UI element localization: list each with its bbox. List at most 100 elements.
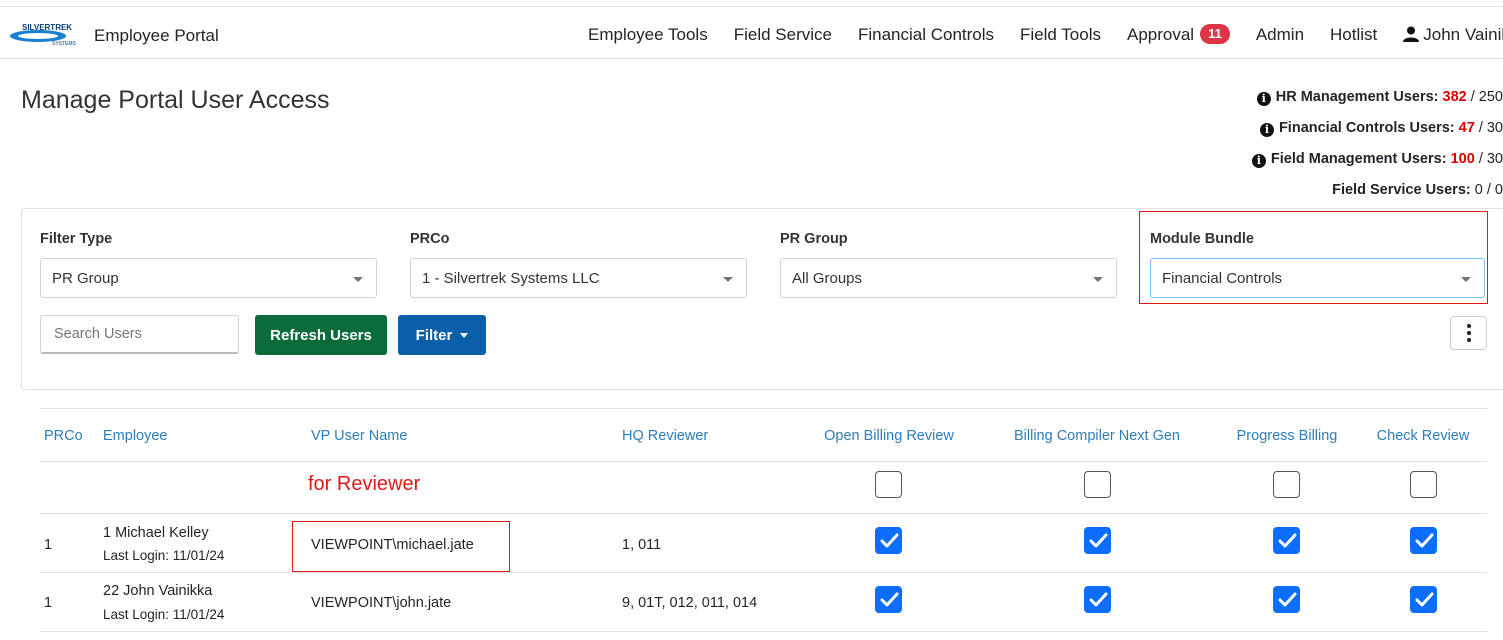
reviewer-annotation: for Reviewer [308,473,421,495]
col-header-open-billing-review[interactable]: Open Billing Review [824,428,954,444]
check-review-checkbox[interactable] [1410,527,1437,554]
col-header-billing-compiler-next-gen[interactable]: Billing Compiler Next Gen [1014,428,1180,444]
silvertrek-logo[interactable]: SILVERTREK SYSTEMS [8,21,84,47]
user-name: John Vainikka [1423,24,1503,44]
filter-type-select[interactable]: PR Group [40,258,377,298]
nav-financial-controls[interactable]: Financial Controls [858,25,994,45]
row-vp-user-name: VIEWPOINT\john.jate [311,595,452,611]
license-used: 47 [1458,120,1475,136]
progress-billing-checkbox[interactable] [1273,527,1300,554]
col-header-progress-billing[interactable]: Progress Billing [1237,428,1338,444]
row-hq-reviewer: 9, 01T, 012, 011, 014 [622,595,758,611]
license-total: / 0 [1486,182,1503,198]
more-options-icon[interactable] [1450,316,1487,350]
checkmark-icon [880,592,899,607]
prco-value: 1 - Silvertrek Systems LLC [422,270,600,287]
select-all-billing-compiler-checkbox[interactable] [1084,471,1111,498]
main-nav: Employee Tools Field Service Financial C… [588,24,1503,45]
nav-hotlist[interactable]: Hotlist [1330,25,1377,45]
open-billing-review-checkbox[interactable] [875,527,902,554]
row-last-login: Last Login: 11/01/24 [103,607,225,622]
info-icon[interactable]: i [1256,92,1271,106]
license-total: / 30 [1478,120,1503,136]
check-review-checkbox[interactable] [1410,586,1437,613]
module-bundle-highlight-box [1139,211,1488,304]
license-label: Financial Controls Users: [1278,120,1455,136]
row-divider [40,631,1487,632]
pr-group-value: All Groups [792,270,863,287]
nav-field-tools[interactable]: Field Tools [1020,25,1101,45]
prco-select[interactable]: 1 - Silvertrek Systems LLC [410,258,747,298]
search-users-input[interactable] [40,315,239,354]
vp-user-highlight-box [292,521,510,572]
license-label: Field Service Users: [1332,182,1471,198]
nav-user-menu[interactable]: John Vainikka [1403,25,1503,45]
col-header-vp-user-name[interactable]: VP User Name [311,428,407,444]
chevron-down-icon [1093,277,1103,282]
license-field-management: i Field Management Users: 100 / 30 [1251,151,1503,168]
checkmark-icon [1089,533,1108,548]
row-divider [40,513,1487,514]
top-navbar: SILVERTREK SYSTEMS Employee Portal Emplo… [0,6,1503,59]
checkmark-icon [1278,533,1297,548]
col-header-employee[interactable]: Employee [103,428,167,444]
svg-text:SILVERTREK: SILVERTREK [22,23,72,32]
nav-employee-tools[interactable]: Employee Tools [588,25,708,45]
row-hq-reviewer: 1, 011 [622,537,662,553]
select-all-progress-billing-checkbox[interactable] [1273,471,1300,498]
progress-billing-checkbox[interactable] [1273,586,1300,613]
row-prco: 1 [44,537,53,553]
nav-approval-label: Approval [1126,25,1195,44]
svg-text:SYSTEMS: SYSTEMS [52,41,77,47]
col-header-hq-reviewer[interactable]: HQ Reviewer [622,428,708,444]
row-employee: 22 John Vainikka [103,583,213,599]
license-total: / 250 [1470,89,1503,105]
col-header-check-review[interactable]: Check Review [1377,428,1470,444]
checkmark-icon [1415,533,1434,548]
pr-group-select[interactable]: All Groups [780,258,1117,298]
filter-button-label: Filter [415,326,453,344]
table-header-border [40,461,1487,462]
select-all-check-review-checkbox[interactable] [1410,471,1437,498]
license-used: 0 [1474,182,1483,198]
select-all-open-billing-review-checkbox[interactable] [875,471,902,498]
billing-compiler-checkbox[interactable] [1084,586,1111,613]
col-header-prco[interactable]: PRCo [44,428,83,444]
row-last-login: Last Login: 11/01/24 [103,548,225,563]
nav-approval[interactable]: Approval 11 [1127,24,1230,45]
license-used: 382 [1442,89,1467,105]
user-icon [1403,26,1420,42]
checkmark-icon [1415,592,1434,607]
row-employee: 1 Michael Kelley [103,525,209,541]
license-field-service: Field Service Users: 0 / 0 [1332,182,1503,198]
prco-label: PRCo [410,231,450,247]
row-divider [40,572,1487,573]
license-financial-controls: i Financial Controls Users: 47 / 30 [1259,120,1503,137]
table-top-border [40,408,1487,409]
info-icon[interactable]: i [1259,123,1274,137]
nav-field-service[interactable]: Field Service [734,25,832,45]
caret-down-icon [460,332,469,338]
row-prco: 1 [44,595,53,611]
pr-group-label: PR Group [780,231,848,247]
filter-type-label: Filter Type [40,231,113,247]
license-hr-management: i HR Management Users: 382 / 250 [1256,89,1503,106]
refresh-users-button[interactable]: Refresh Users [255,315,387,355]
checkmark-icon [1278,592,1297,607]
nav-admin[interactable]: Admin [1256,25,1304,45]
brand-name[interactable]: Employee Portal [94,26,219,46]
open-billing-review-checkbox[interactable] [875,586,902,613]
refresh-users-label: Refresh Users [270,326,372,344]
license-label: Field Management Users: [1270,151,1447,167]
info-icon[interactable]: i [1251,154,1266,168]
billing-compiler-checkbox[interactable] [1084,527,1111,554]
filter-dropdown-button[interactable]: Filter [398,315,486,355]
license-total: / 30 [1478,151,1503,167]
page-title: Manage Portal User Access [21,86,330,114]
license-used: 100 [1450,151,1475,167]
chevron-down-icon [353,277,363,282]
checkmark-icon [1089,592,1108,607]
approval-count-badge: 11 [1200,24,1230,44]
checkmark-icon [880,533,899,548]
license-label: HR Management Users: [1275,89,1439,105]
